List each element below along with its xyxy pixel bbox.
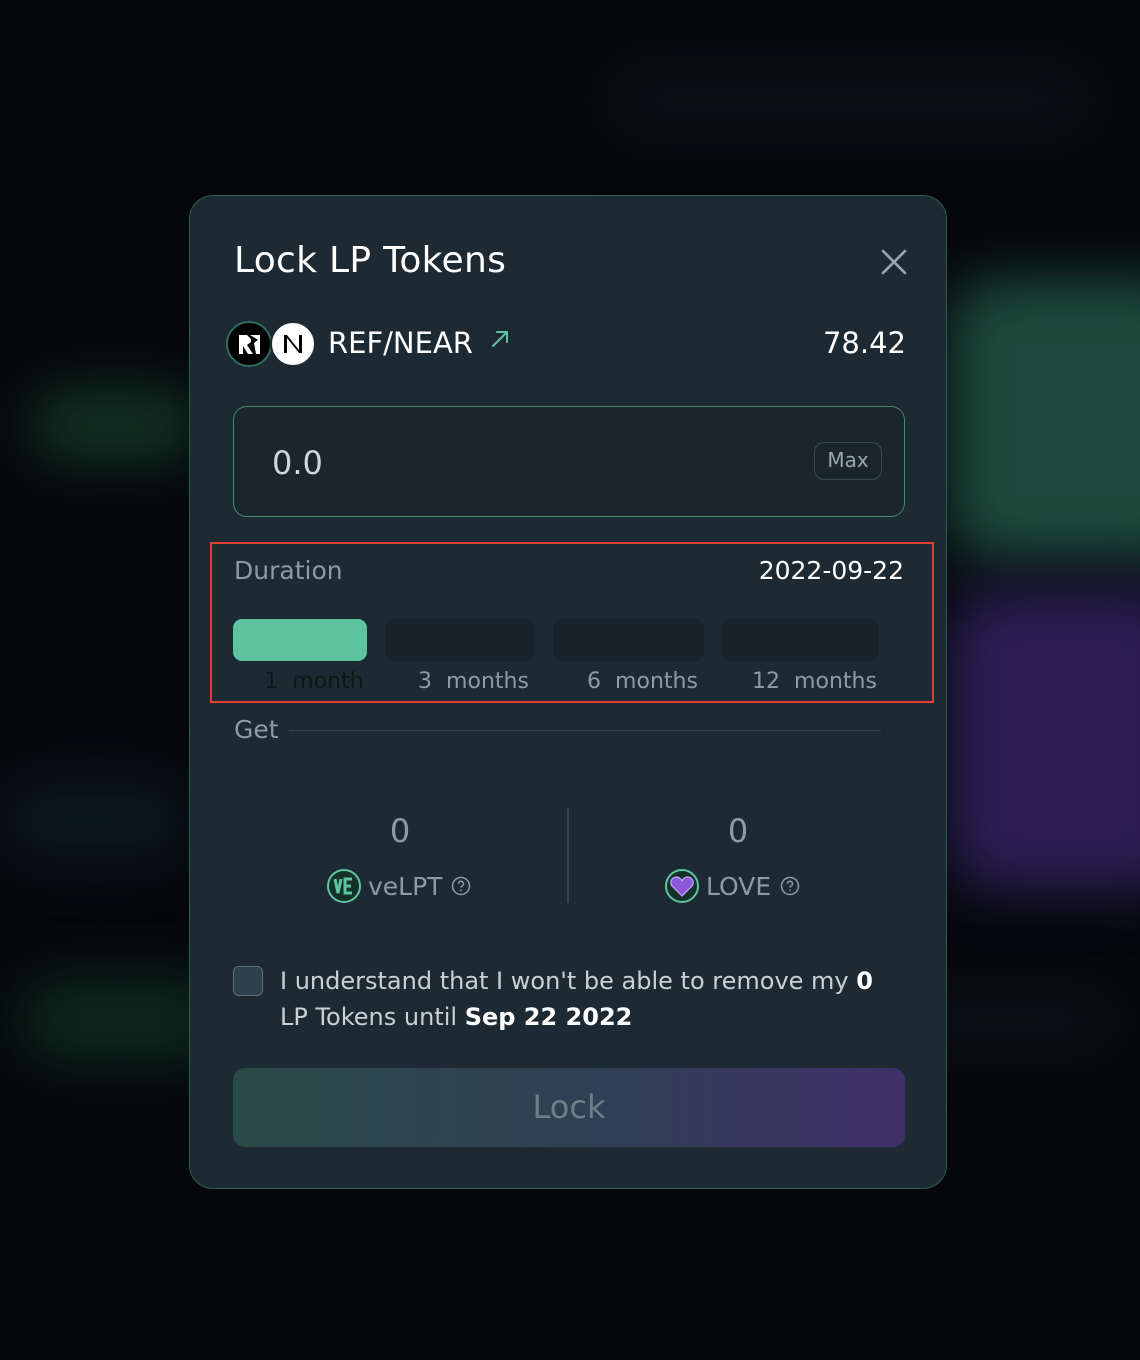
background-blur-shape <box>950 280 1140 560</box>
confirm-text: I understand that I won't be able to rem… <box>280 963 910 1035</box>
ref-token-icon <box>226 321 272 367</box>
duration-option-1-month[interactable]: 1 month <box>233 619 367 694</box>
reward-symbol-row: veLPT <box>326 866 471 906</box>
near-token-icon <box>270 321 316 367</box>
divider <box>289 730 881 731</box>
background-blur-shape <box>600 60 1100 140</box>
reward-symbol: LOVE <box>706 871 772 901</box>
confirm-text-before: I understand that I won't be able to rem… <box>280 967 849 995</box>
duration-count: 6 <box>587 669 602 694</box>
background-blur-shape <box>0 780 190 860</box>
duration-count: 1 <box>264 669 279 694</box>
duration-label: Duration <box>234 556 343 585</box>
duration-count: 12 <box>752 669 781 694</box>
reward-love: 0 LOVE <box>588 808 888 908</box>
unlock-date: 2022-09-22 <box>758 556 904 585</box>
reward-symbol-row: LOVE <box>664 866 800 906</box>
max-button[interactable]: Max <box>814 442 882 480</box>
lock-button[interactable]: Lock <box>233 1068 905 1147</box>
background-blur-shape <box>30 390 200 460</box>
background-blur-shape <box>950 590 1140 890</box>
duration-unit: months <box>446 669 529 694</box>
duration-unit: months <box>794 669 877 694</box>
help-icon[interactable] <box>451 876 471 896</box>
confirm-checkbox[interactable] <box>233 966 263 996</box>
modal-title: Lock LP Tokens <box>234 240 507 281</box>
duration-option-3-months[interactable]: 3 months <box>385 619 534 694</box>
lock-lp-tokens-modal: Lock LP Tokens REF/NEAR 78.42 Max Durati… <box>189 195 947 1189</box>
help-icon[interactable] <box>780 876 800 896</box>
reward-velpt: 0 veLPT <box>250 808 550 908</box>
get-label: Get <box>234 715 279 744</box>
reward-value: 0 <box>389 812 411 850</box>
duration-option-6-months[interactable]: 6 months <box>553 619 704 694</box>
lp-balance: 78.42 <box>822 326 906 360</box>
duration-count: 3 <box>418 669 433 694</box>
duration-unit: months <box>615 669 698 694</box>
reward-divider <box>567 808 569 903</box>
confirm-text-middle: LP Tokens until <box>280 1003 458 1031</box>
confirm-amount: 0 <box>856 967 873 995</box>
amount-input[interactable] <box>270 437 754 489</box>
confirm-date: Sep 22 2022 <box>464 1003 633 1031</box>
close-icon[interactable] <box>878 246 910 278</box>
ve-token-icon <box>327 869 361 903</box>
reward-value: 0 <box>727 812 749 850</box>
pair-name[interactable]: REF/NEAR <box>328 326 473 360</box>
pool-pair-row: REF/NEAR 78.42 <box>226 318 906 374</box>
reward-symbol: veLPT <box>368 871 443 901</box>
duration-option-12-months[interactable]: 12 months <box>722 619 879 694</box>
duration-unit: month <box>292 669 364 694</box>
love-heart-icon <box>665 869 699 903</box>
external-link-arrow-icon[interactable] <box>489 328 511 350</box>
amount-input-box: Max <box>233 406 905 517</box>
